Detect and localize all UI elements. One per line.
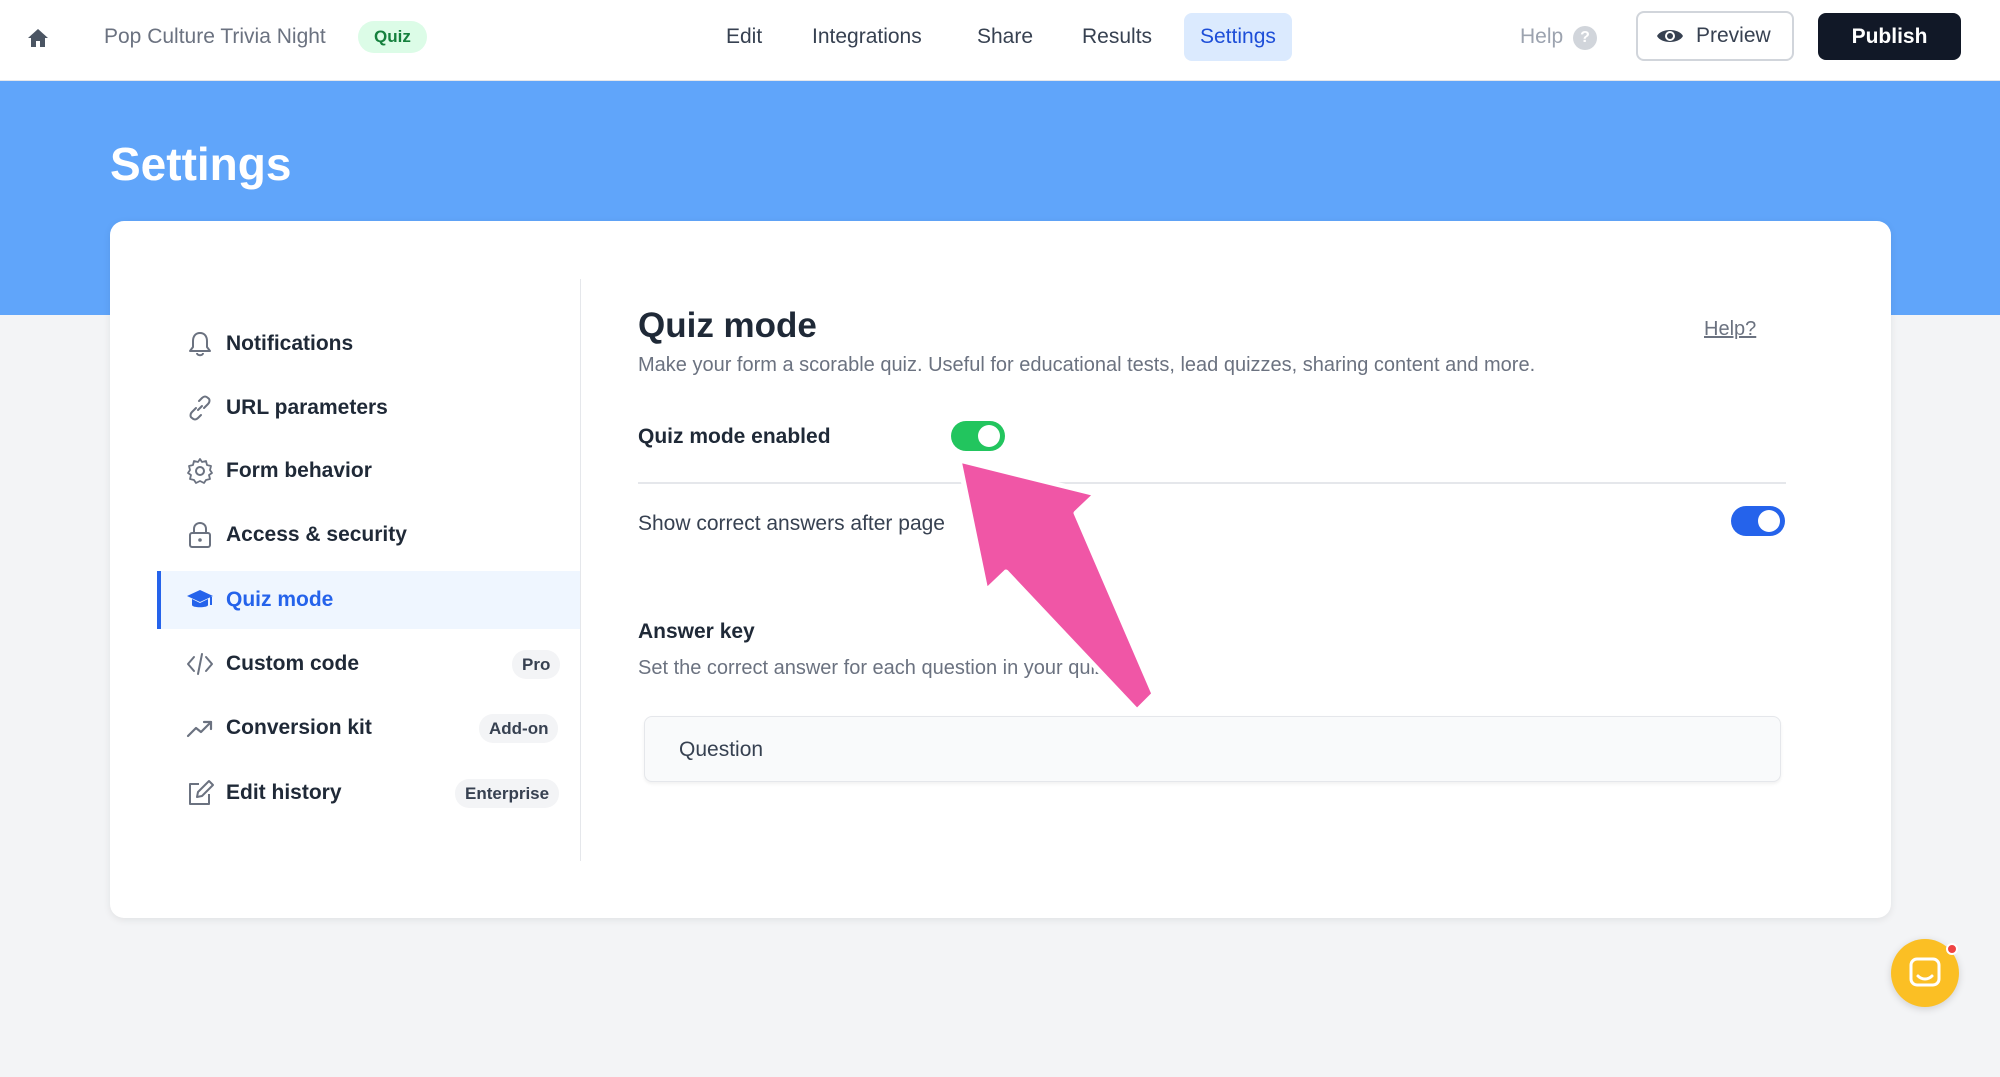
- help-circle-icon[interactable]: ?: [1573, 26, 1597, 50]
- tab-settings[interactable]: Settings: [1184, 13, 1292, 61]
- quiz-badge: Quiz: [358, 21, 427, 53]
- sidebar-item-custom-code[interactable]: Custom code Pro: [157, 635, 580, 693]
- form-title: Pop Culture Trivia Night: [104, 25, 326, 48]
- show-answers-label: Show correct answers after page: [638, 512, 945, 535]
- pointer-arrow-icon: [956, 457, 1157, 714]
- sidebar-item-notifications[interactable]: Notifications: [157, 315, 580, 373]
- sidebar-item-url-parameters[interactable]: URL parameters: [157, 379, 580, 437]
- code-icon: [187, 653, 213, 675]
- chat-icon: [1909, 957, 1941, 987]
- sidebar-item-label: Form behavior: [226, 459, 372, 482]
- pro-badge: Pro: [512, 650, 561, 679]
- question-column-header: Question: [679, 738, 764, 761]
- home-icon[interactable]: [26, 26, 50, 50]
- sidebar-item-edit-history[interactable]: Edit history Enterprise: [157, 764, 580, 822]
- sidebar-item-label: Quiz mode: [226, 588, 334, 611]
- enterprise-badge: Enterprise: [455, 779, 560, 808]
- lock-icon: [189, 521, 211, 548]
- content-divider: [638, 482, 1786, 484]
- tab-edit[interactable]: Edit: [710, 13, 778, 61]
- quiz-mode-toggle-label: Quiz mode enabled: [638, 425, 831, 448]
- answer-key-title: Answer key: [638, 620, 755, 643]
- sidebar-item-quiz-mode[interactable]: Quiz mode: [157, 571, 580, 629]
- chat-launcher-button[interactable]: [1891, 939, 1959, 1007]
- question-mark-icon[interactable]: ?: [1034, 513, 1054, 533]
- preview-label: Preview: [1696, 24, 1771, 47]
- sidebar-item-access-security[interactable]: Access & security: [157, 506, 580, 564]
- sidebar-divider: [580, 279, 581, 861]
- section-title: Quiz mode: [638, 306, 817, 345]
- notification-dot: [1946, 943, 1958, 955]
- sidebar-item-label: Notifications: [226, 332, 354, 355]
- toggle-knob: [1758, 510, 1780, 532]
- sidebar-item-label: URL parameters: [226, 396, 388, 419]
- graduation-cap-icon: [187, 590, 213, 608]
- top-bar: Pop Culture Trivia Night Quiz Edit Integ…: [0, 0, 2000, 81]
- sidebar-item-label: Edit history: [226, 781, 342, 804]
- page-title: Settings: [110, 138, 292, 190]
- publish-button[interactable]: Publish: [1818, 13, 1961, 60]
- tab-share[interactable]: Share: [961, 13, 1049, 61]
- sidebar-item-label: Access & security: [226, 523, 407, 546]
- bell-icon: [189, 332, 211, 357]
- answer-key-table-header: Question: [644, 716, 1781, 782]
- link-icon: [189, 395, 211, 421]
- help-link[interactable]: Help?: [1704, 318, 1756, 341]
- answer-key-description: Set the correct answer for each question…: [638, 657, 1111, 679]
- sidebar-item-label: Custom code: [226, 652, 360, 675]
- edit-icon: [189, 780, 214, 805]
- eye-icon: [1657, 30, 1683, 42]
- sidebar-item-label: Conversion kit: [226, 716, 372, 739]
- tab-integrations[interactable]: Integrations: [796, 13, 938, 61]
- sidebar-item-conversion-kit[interactable]: Conversion kit Add-on: [157, 699, 580, 757]
- add-on-badge: Add-on: [479, 714, 559, 743]
- gear-icon: [187, 458, 213, 484]
- help-link-top[interactable]: Help: [1520, 25, 1563, 49]
- settings-card: Notifications URL parameters Form behavi…: [110, 221, 1891, 918]
- toggle-knob: [978, 425, 1000, 447]
- tab-results[interactable]: Results: [1066, 13, 1168, 61]
- quiz-mode-toggle[interactable]: [951, 421, 1005, 451]
- sidebar-item-form-behavior[interactable]: Form behavior: [157, 442, 580, 500]
- preview-button[interactable]: Preview: [1636, 11, 1794, 61]
- section-description: Make your form a scorable quiz. Useful f…: [638, 354, 1536, 376]
- trending-up-icon: [186, 720, 213, 738]
- show-answers-toggle[interactable]: [1731, 506, 1785, 536]
